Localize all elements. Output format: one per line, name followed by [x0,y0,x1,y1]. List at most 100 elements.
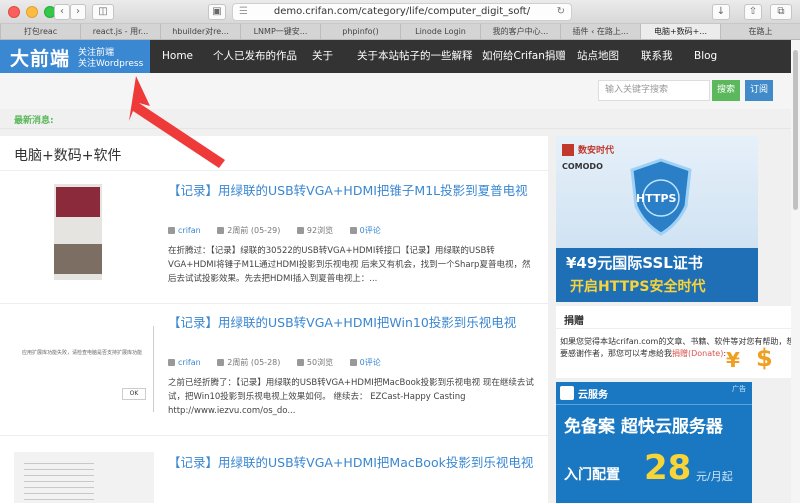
nav-home[interactable]: Home [162,40,193,73]
post-list: 电脑+数码+软件 【记录】用绿联的USB转VGA+HDMI把锥子M1L投影到夏普… [0,136,548,503]
scrollbar-thumb[interactable] [793,50,798,210]
comment-icon [349,359,357,366]
post-item: 【记录】用绿联的USB转VGA+HDMI把锥子M1L投影到夏普电视 crifan… [0,176,548,304]
donate-widget: 捐赠 如果您觉得本站crifan.com的文章、书籍、软件等对您有帮助，想要感谢… [556,306,800,378]
post-title[interactable]: 【记录】用绿联的USB转VGA+HDMI把锥子M1L投影到夏普电视 [168,182,538,200]
ad-line1: 免备案 超快云服务器 [564,417,723,437]
ad-line2: 开启HTTPS安全时代 [570,279,706,295]
tab[interactable]: 在路上 [720,24,800,39]
table-image [54,244,102,274]
reload-icon[interactable]: ↻ [557,4,565,20]
category-title: 电脑+数码+软件 [14,148,122,164]
ad-price: 28 [644,448,692,488]
post-comments[interactable]: 0评论 [349,358,381,367]
web-page: 大前端 关注前端 关注Wordpress Home 个人已发布的作品 关于 关于… [0,40,800,503]
logo-main-text: 大前端 [10,48,71,70]
divider [556,328,800,329]
post-item: 【记录】用绿联的USB转VGA+HDMI把MacBook投影到乐视电视 [0,440,548,503]
tab[interactable]: Linode Login [400,24,480,39]
post-views: 92浏览 [296,226,333,235]
screenshot-image [24,458,94,503]
post-comments[interactable]: 0评论 [349,226,381,235]
cloud-ad-banner[interactable]: 云服务 广告 免备案 超快云服务器 入门配置 28 元/月起 [556,382,752,503]
share-icon[interactable]: ⇧ [744,4,762,20]
cloud-logo-icon [560,386,574,400]
post-thumbnail[interactable]: 应用扩展库功能失败，请检查电脑是否支持扩展库功能 OK [14,326,154,412]
post-date: 2周前 (05-28) [217,358,280,367]
nav-contact[interactable]: 联系我 [641,40,673,73]
search-row: 输入关键字搜索 搜索 订阅 [0,73,800,109]
post-excerpt: 之前已经折腾了：【记录】用绿联的USB转VGA+HDMI把MacBook投影到乐… [168,378,534,416]
back-button[interactable]: ‹ [54,4,70,20]
divider [556,404,752,405]
post-thumbnail[interactable] [14,452,154,503]
tabs-overview-icon[interactable]: ⧉ [770,4,792,20]
tab[interactable]: react.js - 用r... [80,24,160,39]
user-icon [168,359,175,366]
post-date: 2周前 (05-29) [217,226,280,235]
minimize-window-button[interactable] [26,6,38,18]
forward-button[interactable]: › [70,4,86,20]
close-window-button[interactable] [8,6,20,18]
ad-line2-prefix: 入门配置 [564,467,620,483]
post-thumbnail[interactable] [54,184,102,280]
dollar-icon: $ [756,344,773,372]
tab-bar: 打包reac react.js - 用r... hbuilder对re... L… [0,24,800,40]
post-excerpt: 在折腾过：【记录】绿联的30522的USB转VGA+HDMI转接口【记录】用绿联… [168,246,531,284]
thumbnail-dialog-text: 应用扩展库功能失败，请检查电脑是否支持扩展库功能 [22,350,143,356]
site-logo[interactable]: 大前端 关注前端 关注Wordpress [0,40,150,73]
eye-icon [296,227,304,234]
post-title[interactable]: 【记录】用绿联的USB转VGA+HDMI把MacBook投影到乐视电视 [168,454,538,472]
ssl-ad-banner[interactable]: 数安时代 COMODO HTTPS ¥49元国际SSL证书 开启HTTPS安全时… [556,136,758,302]
main-nav: 大前端 关注前端 关注Wordpress Home 个人已发布的作品 关于 关于… [0,40,800,73]
yen-icon: ¥ [726,348,740,372]
post-meta: crifan 2周前 (05-29) 92浏览 0评论 [168,225,395,236]
post-title[interactable]: 【记录】用绿联的USB转VGA+HDMI把Win10投影到乐视电视 [168,314,538,332]
nav-sitemap[interactable]: 站点地图 [577,40,619,73]
nav-works[interactable]: 个人已发布的作品 [213,40,297,73]
ad-brand: 数安时代 [578,146,615,156]
donate-title: 捐赠 [564,316,584,327]
search-button[interactable]: 搜索 [712,80,740,101]
tab[interactable]: phpinfo() [320,24,400,39]
nav-donate[interactable]: 如何给Crifan捐赠 [482,40,566,73]
tv-screen-image [56,187,100,217]
search-input[interactable]: 输入关键字搜索 [598,80,710,101]
thumbnail-ok-button: OK [122,388,146,400]
download-icon[interactable]: ↓ [712,4,730,20]
donate-link[interactable]: 捐赠(Donate) [672,349,723,358]
tab[interactable]: 打包reac [0,24,80,39]
page-scrollbar[interactable] [791,40,800,503]
ad-comodo: COMODO [562,162,603,171]
divider [0,170,548,171]
address-bar[interactable]: ☰ demo.crifan.com/category/life/computer… [232,3,572,21]
post-author[interactable]: crifan [168,226,201,235]
post-meta: crifan 2周前 (05-28) 50浏览 0评论 [168,357,395,368]
news-bar: 最新消息: [0,109,800,129]
tab[interactable]: 插件 ‹ 在路上... [560,24,640,39]
user-icon [168,227,175,234]
ad-line1: ¥49元国际SSL证书 [566,254,703,272]
ad-brand: 云服务 [578,390,608,401]
tab[interactable]: hbuilder对re... [160,24,240,39]
tab[interactable]: LNMP一键安... [240,24,320,39]
sidebar-toggle-icon[interactable]: ◫ [92,4,114,20]
subscribe-button[interactable]: 订阅 [745,80,773,101]
logo-sub-text: 关注Wordpress [78,59,144,69]
post-author[interactable]: crifan [168,358,201,367]
comment-icon [349,227,357,234]
sidebar: 数安时代 COMODO HTTPS ¥49元国际SSL证书 开启HTTPS安全时… [556,136,800,503]
post-views: 50浏览 [296,358,333,367]
tab[interactable]: 我的客户中心... [480,24,560,39]
news-label: 最新消息: [14,116,54,126]
nav-explanation[interactable]: 关于本站帖子的一些解释 [357,40,473,73]
clock-icon [217,359,225,366]
nav-about[interactable]: 关于 [312,40,333,73]
url-text: demo.crifan.com/category/life/computer_d… [273,6,531,17]
tab-active[interactable]: 电脑+数码+... [640,24,720,39]
brand-logo-icon [562,144,574,156]
eye-icon [296,359,304,366]
ad-unit: 元/月起 [696,470,733,483]
reader-icon[interactable]: ▣ [208,4,226,20]
nav-blog[interactable]: Blog [694,40,717,73]
